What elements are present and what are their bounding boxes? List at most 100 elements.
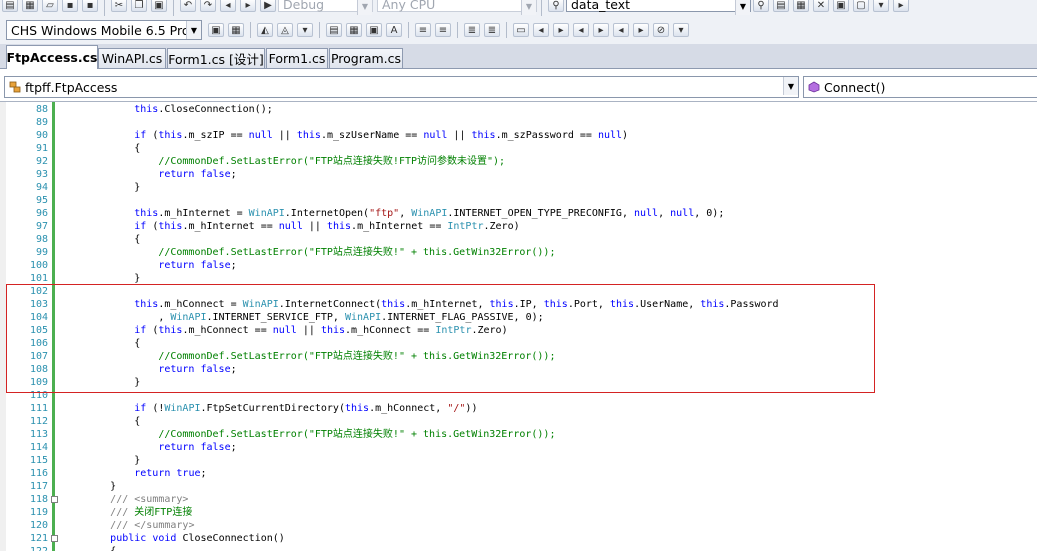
add-item-icon[interactable]: ▦ bbox=[22, 0, 38, 12]
undo-icon[interactable]: ↶ bbox=[180, 0, 196, 12]
tab-label: FtpAccess.cs bbox=[6, 50, 98, 65]
code-line[interactable]: 98 { bbox=[0, 233, 1037, 246]
member-select[interactable]: Connect() bbox=[803, 76, 1037, 98]
code-line[interactable]: 119 /// 关闭FTP连接 bbox=[0, 506, 1037, 519]
save-all-icon[interactable]: ▪ bbox=[82, 0, 98, 12]
start-debug-icon[interactable]: ▶ bbox=[260, 0, 276, 12]
code-line[interactable]: 117 } bbox=[0, 480, 1037, 493]
tab-winapi-cs[interactable]: WinAPI.cs bbox=[98, 48, 166, 68]
device-options-icon[interactable]: ▣ bbox=[208, 23, 224, 37]
align-centers-icon[interactable]: ◬ bbox=[277, 23, 293, 37]
collapse-outline-icon[interactable] bbox=[51, 496, 58, 503]
clear-bookmarks-icon[interactable]: ⊘ bbox=[653, 23, 669, 37]
code-editor[interactable]: 88 this.CloseConnection(); 89 90 if (this.… bbox=[0, 101, 1037, 551]
find-in-files-icon[interactable]: ⚲ bbox=[548, 0, 564, 12]
code-line[interactable]: 112 { bbox=[0, 415, 1037, 428]
overflow-icon[interactable]: ▾ bbox=[673, 23, 689, 37]
increase-indent-icon[interactable]: ≡ bbox=[435, 23, 451, 37]
solution-config-select[interactable]: Debug ▼ bbox=[278, 0, 373, 15]
previous-bookmark-folder-icon[interactable]: ◂ bbox=[573, 23, 589, 37]
code-line[interactable]: 102 bbox=[0, 285, 1037, 298]
code-line[interactable]: 118 /// <summary> bbox=[0, 493, 1037, 506]
code-line[interactable]: 120 /// </summary> bbox=[0, 519, 1037, 532]
navigate-forward-icon[interactable]: ▸ bbox=[240, 0, 256, 12]
more-icon[interactable]: ▸ bbox=[893, 0, 909, 12]
tab-form1-designer[interactable]: Form1.cs [设计] bbox=[167, 48, 265, 68]
code-line[interactable]: 114 return false; bbox=[0, 441, 1037, 454]
object-browser-icon[interactable]: ✕ bbox=[813, 0, 829, 12]
code-line[interactable]: 113 //CommonDef.SetLastError("FTP站点连接失败!… bbox=[0, 428, 1037, 441]
code-line[interactable]: 108 return false; bbox=[0, 363, 1037, 376]
copy-icon[interactable]: ❐ bbox=[131, 0, 147, 12]
code-token: //CommonDef.SetLastError("FTP站点连接失败!" + … bbox=[158, 429, 556, 440]
code-line[interactable]: 96 this.m_hInternet = WinAPI.InternetOpe… bbox=[0, 207, 1037, 220]
tab-ftpaccess-cs[interactable]: FtpAccess.cs bbox=[6, 45, 98, 69]
next-bookmark-icon[interactable]: ▸ bbox=[553, 23, 569, 37]
code-line[interactable]: 122 { bbox=[0, 545, 1037, 551]
align-lefts-icon[interactable]: ◭ bbox=[257, 23, 273, 37]
find-icon[interactable]: ⚲ bbox=[753, 0, 769, 12]
code-line[interactable]: 89 bbox=[0, 116, 1037, 129]
comment-lines-icon[interactable]: ≣ bbox=[464, 23, 480, 37]
code-line[interactable]: 94 } bbox=[0, 181, 1037, 194]
complete-word-icon[interactable]: A bbox=[386, 23, 402, 37]
code-line[interactable]: 105 if (this.m_hConnect == null || this.… bbox=[0, 324, 1037, 337]
code-line[interactable]: 104 , WinAPI.INTERNET_SERVICE_FTP, WinAP… bbox=[0, 311, 1037, 324]
code-line[interactable]: 99 //CommonDef.SetLastError("FTP站点连接失败!"… bbox=[0, 246, 1037, 259]
collapse-outline-icon[interactable] bbox=[51, 535, 58, 542]
open-file-icon[interactable]: ▱ bbox=[42, 0, 58, 12]
overflow-icon[interactable]: ▾ bbox=[873, 0, 889, 12]
overflow-icon[interactable]: ▾ bbox=[297, 23, 313, 37]
tab-program-cs[interactable]: Program.cs bbox=[329, 48, 403, 68]
code-line[interactable]: 101 } bbox=[0, 272, 1037, 285]
quick-info-icon[interactable]: ▣ bbox=[366, 23, 382, 37]
code-line[interactable]: 90 if (this.m_szIP == null || this.m_szU… bbox=[0, 129, 1037, 142]
previous-bookmark-icon[interactable]: ◂ bbox=[533, 23, 549, 37]
code-text: public void CloseConnection() bbox=[62, 532, 285, 545]
code-line[interactable]: 92 //CommonDef.SetLastError("FTP站点连接失败!F… bbox=[0, 155, 1037, 168]
next-bookmark-folder-icon[interactable]: ▸ bbox=[593, 23, 609, 37]
code-line[interactable]: 88 this.CloseConnection(); bbox=[0, 103, 1037, 116]
parameter-info-icon[interactable]: ▦ bbox=[346, 23, 362, 37]
save-icon[interactable]: ▪ bbox=[62, 0, 78, 12]
line-number: 102 bbox=[29, 286, 48, 297]
code-line[interactable]: 93 return false; bbox=[0, 168, 1037, 181]
find-input[interactable]: data_text ▼ bbox=[566, 0, 751, 15]
solution-platform-select[interactable]: Any CPU ▼ bbox=[377, 0, 537, 15]
code-line[interactable]: 111 if (!WinAPI.FtpSetCurrentDirectory(t… bbox=[0, 402, 1037, 415]
redo-icon[interactable]: ↷ bbox=[200, 0, 216, 12]
code-line[interactable]: 95 bbox=[0, 194, 1037, 207]
target-device-select[interactable]: CHS Windows Mobile 6.5 Profe ▼ bbox=[6, 20, 202, 40]
previous-bookmark-doc-icon[interactable]: ◂ bbox=[613, 23, 629, 37]
code-line[interactable]: 121 public void CloseConnection() bbox=[0, 532, 1037, 545]
code-line[interactable]: 103 this.m_hConnect = WinAPI.InternetCon… bbox=[0, 298, 1037, 311]
cut-icon[interactable]: ✂ bbox=[111, 0, 127, 12]
code-line[interactable]: 109 } bbox=[0, 376, 1037, 389]
code-token: } bbox=[62, 377, 141, 388]
properties-icon[interactable]: ▦ bbox=[793, 0, 809, 12]
decrease-indent-icon[interactable]: ≡ bbox=[415, 23, 431, 37]
toggle-bookmark-icon[interactable]: ▭ bbox=[513, 23, 529, 37]
tab-form1-cs[interactable]: Form1.cs bbox=[266, 48, 328, 68]
connect-device-icon[interactable]: ▦ bbox=[228, 23, 244, 37]
start-page-icon[interactable]: ▢ bbox=[853, 0, 869, 12]
next-bookmark-doc-icon[interactable]: ▸ bbox=[633, 23, 649, 37]
code-line[interactable]: 115 } bbox=[0, 454, 1037, 467]
code-line[interactable]: 100 return false; bbox=[0, 259, 1037, 272]
uncomment-lines-icon[interactable]: ≣ bbox=[484, 23, 500, 37]
solution-explorer-icon[interactable]: ▤ bbox=[773, 0, 789, 12]
code-line[interactable]: 106 { bbox=[0, 337, 1037, 350]
new-item-icon[interactable]: ▤ bbox=[2, 0, 18, 12]
code-line[interactable]: 97 if (this.m_hInternet == null || this.… bbox=[0, 220, 1037, 233]
toolbox-icon[interactable]: ▣ bbox=[833, 0, 849, 12]
code-line[interactable]: 107 //CommonDef.SetLastError("FTP站点连接失败!… bbox=[0, 350, 1037, 363]
list-members-icon[interactable]: ▤ bbox=[326, 23, 342, 37]
paste-icon[interactable]: ▣ bbox=[151, 0, 167, 12]
class-select[interactable]: ftpff.FtpAccess ▼ bbox=[4, 76, 799, 98]
code-line[interactable]: 110 bbox=[0, 389, 1037, 402]
code-line[interactable]: 116 return true; bbox=[0, 467, 1037, 480]
code-line[interactable]: 91 { bbox=[0, 142, 1037, 155]
navigate-back-icon[interactable]: ◂ bbox=[220, 0, 236, 12]
